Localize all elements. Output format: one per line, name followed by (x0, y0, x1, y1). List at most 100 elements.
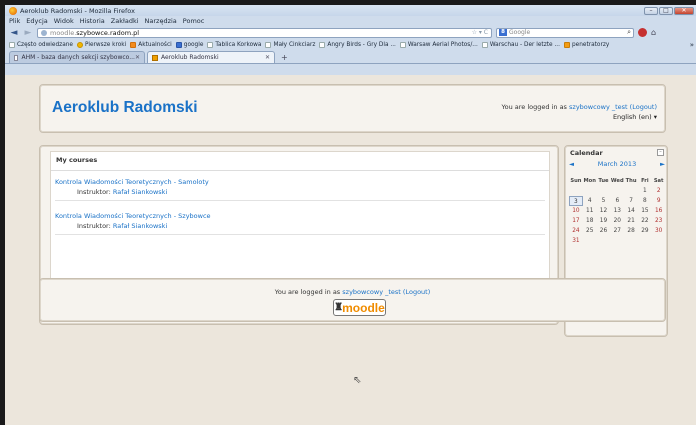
courses-title: My courses (56, 156, 98, 164)
bookmark-item[interactable]: Warschau - Der letzte ... (481, 42, 560, 48)
collapse-icon[interactable]: – (657, 149, 664, 156)
calendar-day[interactable]: 14 (624, 206, 638, 216)
next-month-button[interactable]: ► (660, 160, 665, 168)
bookmark-item[interactable]: Angry Birds - Gry Dla ... (319, 42, 396, 48)
bookmark-item[interactable]: Warsaw Aerial Photos/... (399, 42, 478, 48)
calendar-day[interactable]: 16 (652, 206, 666, 216)
menu-edycja[interactable]: Edycja (26, 17, 47, 25)
calendar-day[interactable]: 6 (610, 196, 624, 206)
search-magnifier-icon[interactable]: ⌕ (627, 28, 631, 37)
calendar-day[interactable]: 28 (624, 226, 638, 236)
tab-close-icon[interactable]: ✕ (135, 54, 140, 61)
forward-arrow-icon[interactable]: ► (23, 28, 33, 38)
course-teacher: Instruktor: Rafał Siankowski (77, 188, 168, 196)
calendar-day[interactable]: 30 (652, 226, 666, 236)
language-select[interactable]: English (en) ▾ (613, 113, 657, 121)
calendar-day[interactable]: 12 (597, 206, 611, 216)
menu-plik[interactable]: Plik (9, 17, 20, 25)
calendar-day[interactable]: 25 (583, 226, 597, 236)
calendar-day[interactable]: 21 (624, 216, 638, 226)
calendar-day[interactable]: 23 (652, 216, 666, 226)
calendar-day[interactable]: 7 (624, 196, 638, 206)
url-bar-actions[interactable]: ☆ ▾ C (472, 29, 488, 36)
user-profile-link[interactable]: szybowcowy _test (342, 288, 401, 296)
user-profile-link[interactable]: szybowcowy _test (569, 103, 628, 111)
back-arrow-icon[interactable]: ◄ (9, 28, 19, 38)
calendar-day[interactable]: 4 (583, 196, 597, 206)
calendar-day[interactable]: 20 (610, 216, 624, 226)
bookmark-item[interactable]: google (175, 42, 203, 48)
course-item: Kontrola Wiadomości Teoretycznych - Samo… (55, 178, 545, 201)
logout-link[interactable]: (Logout) (403, 288, 430, 296)
calendar-day[interactable]: 26 (597, 226, 611, 236)
calendar-day[interactable]: 3 (569, 196, 583, 206)
calendar-week-row: 10 11 12 13 14 15 16 (569, 206, 666, 216)
calendar-week-row: 24 25 26 27 28 29 30 (569, 226, 666, 236)
calendar-month[interactable]: March 2013 (598, 160, 636, 168)
close-button[interactable]: ✕ (674, 6, 694, 15)
bookmark-item[interactable]: Pierwsze kroki (77, 42, 126, 48)
calendar-day[interactable]: 5 (597, 196, 611, 206)
tab-ahm[interactable]: AHM - baza danych sekcji szybowco... ✕ (9, 51, 145, 63)
prev-month-button[interactable]: ◄ (569, 160, 574, 168)
calendar-day[interactable]: 19 (597, 216, 611, 226)
calendar-day[interactable]: 27 (610, 226, 624, 236)
window-title: Aeroklub Radomski - Mozilla Firefox (20, 6, 135, 15)
calendar-day[interactable]: 9 (652, 196, 666, 206)
bookmark-item[interactable]: Mały Cinkciarz (265, 42, 315, 48)
calendar-day[interactable]: 17 (569, 216, 583, 226)
window-controls: – □ ✕ (644, 6, 694, 15)
calendar-day[interactable]: 31 (569, 236, 583, 246)
minimize-button[interactable]: – (644, 6, 658, 15)
bookmark-item[interactable]: Często odwiedzane (9, 42, 73, 48)
bookmark-item[interactable]: Aktualności (130, 42, 172, 48)
site-title[interactable]: Aeroklub Radomski (52, 99, 198, 117)
calendar-week-row: 3456789 (569, 196, 666, 206)
google-icon (175, 42, 182, 48)
page-footer: You are logged in as szybowcowy _test (L… (39, 278, 666, 322)
extension-icon[interactable] (638, 28, 647, 37)
calendar-empty-cell (638, 236, 652, 246)
calendar-day[interactable]: 22 (638, 216, 652, 226)
navigation-bar: ◄ ► moodle. szybowce.radom.pl ☆ ▾ C 8 Go… (5, 26, 696, 39)
menu-zakladki[interactable]: Zakładki (111, 17, 139, 25)
bookmarks-bar: Często odwiedzane Pierwsze kroki Aktualn… (5, 39, 696, 51)
tab-label: AHM - baza danych sekcji szybowco... (21, 54, 135, 61)
calendar-day[interactable]: 13 (610, 206, 624, 216)
calendar-day[interactable]: 18 (583, 216, 597, 226)
bookmark-item[interactable]: penetratorzy (563, 42, 609, 48)
tab-close-icon[interactable]: ✕ (265, 54, 270, 61)
menu-historia[interactable]: Historia (80, 17, 105, 25)
calendar-day[interactable]: 15 (638, 206, 652, 216)
calendar-empty-cell (569, 186, 583, 196)
new-tab-button[interactable]: + (277, 53, 292, 63)
bookmark-item[interactable]: Tablica Korkowa (207, 42, 261, 48)
search-bar[interactable]: 8 Google ⌕ (496, 27, 634, 38)
url-bar[interactable]: moodle. szybowce.radom.pl ☆ ▾ C (37, 27, 492, 38)
menu-narzedzia[interactable]: Narzędzia (145, 17, 177, 25)
logout-link[interactable]: (Logout) (630, 103, 657, 111)
tab-aeroklub[interactable]: Aeroklub Radomski ✕ (147, 51, 275, 63)
menu-pomoc[interactable]: Pomoc (183, 17, 205, 25)
menu-widok[interactable]: Widok (54, 17, 74, 25)
calendar-day[interactable]: 2 (652, 186, 666, 196)
course-link[interactable]: Kontrola Wiadomości Teoretycznych - Samo… (55, 178, 545, 186)
home-icon[interactable]: ⌂ (651, 28, 656, 37)
page-icon (207, 42, 214, 48)
calendar-day[interactable]: 1 (638, 186, 652, 196)
calendar-day[interactable]: 24 (569, 226, 583, 236)
calendar-day[interactable]: 29 (638, 226, 652, 236)
bookmarks-overflow-icon[interactable]: » (690, 41, 694, 49)
maximize-button[interactable]: □ (659, 6, 673, 15)
google-search-engine-icon[interactable]: 8 (499, 29, 507, 36)
calendar-day[interactable]: 10 (569, 206, 583, 216)
teacher-link[interactable]: Rafał Siankowski (113, 222, 167, 230)
page-icon (399, 42, 406, 48)
teacher-link[interactable]: Rafał Siankowski (113, 188, 167, 196)
calendar-day[interactable]: 11 (583, 206, 597, 216)
moodle-logo[interactable]: ♜ moodle (333, 299, 386, 316)
site-identity-icon[interactable] (41, 29, 47, 36)
calendar-day[interactable]: 8 (638, 196, 652, 206)
firefox-logo-icon (9, 6, 17, 15)
course-link[interactable]: Kontrola Wiadomości Teoretycznych - Szyb… (55, 212, 545, 220)
